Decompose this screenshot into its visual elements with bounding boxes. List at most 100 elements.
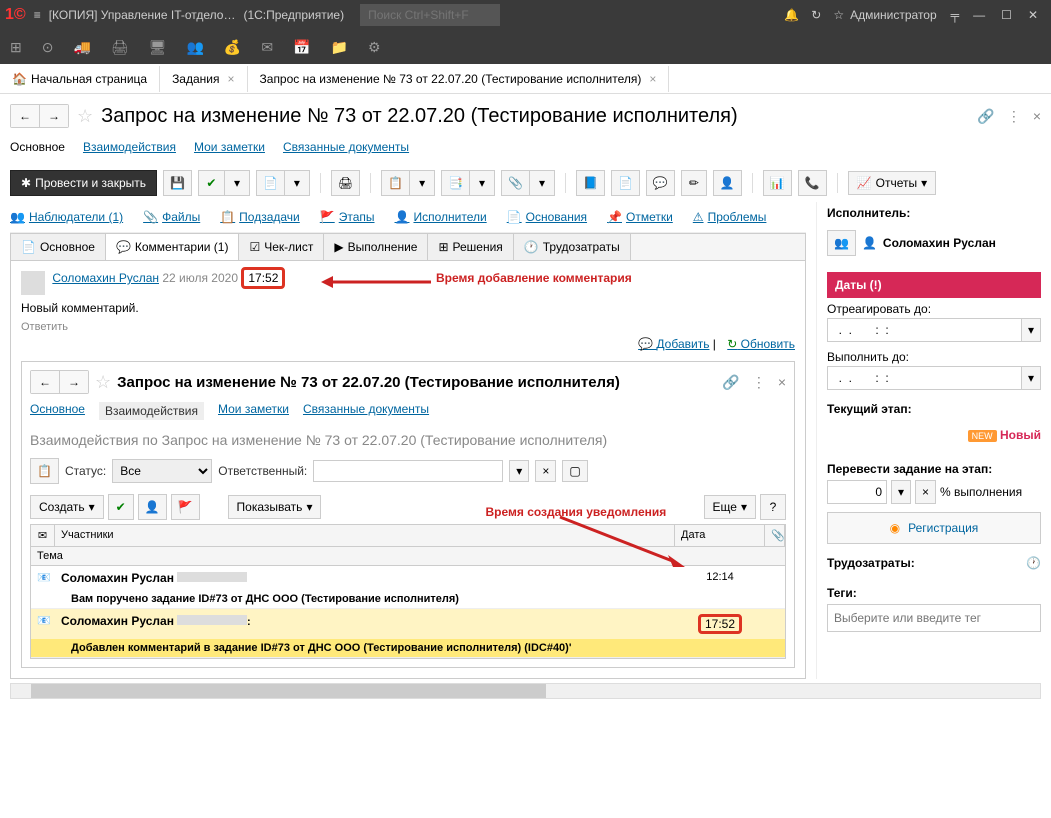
doc-button[interactable]: 📄 [256,170,284,196]
btn-phone[interactable]: 📞 [798,170,827,196]
comment-author[interactable]: Соломахин Руслан [52,271,159,285]
reply-link[interactable]: Ответить [21,321,795,333]
link-icon[interactable]: 🔗 [977,108,994,125]
tb-icon-4[interactable]: 🖨 [111,39,129,56]
inner-more-icon[interactable]: ⋮ [752,374,766,391]
subtab-notes[interactable]: Мои заметки [194,140,265,154]
more-button[interactable]: Еще ▾ [704,495,756,519]
link-problems[interactable]: ⚠Проблемы [693,210,767,224]
resp-dd[interactable]: ▾ [509,460,529,482]
link-marks[interactable]: 📌Отметки [607,210,673,224]
link-watchers[interactable]: 👥Наблюдатели (1) [10,210,123,224]
tags-input[interactable] [827,604,1041,632]
inner-nav-back[interactable]: ← [31,371,60,393]
inner-link-icon[interactable]: 🔗 [722,374,739,391]
close-icon[interactable]: ✕ [1028,8,1038,22]
tb-icon-10[interactable]: 📁 [331,39,348,56]
more-icon[interactable]: ⋮ [1007,108,1021,125]
table-row[interactable]: 📧 Соломахин Руслан : 17:52 Добавлен комм… [31,609,785,658]
tb-icon-9[interactable]: 📅 [293,39,310,56]
user-label[interactable]: Администратор [850,8,937,22]
link-subtasks[interactable]: 📋Подзадачи [220,210,300,224]
ptab-solutions[interactable]: ⊞ Решения [428,234,513,260]
favorite-star-icon[interactable]: ☆ [77,106,93,127]
btn-4[interactable]: 📘 [576,170,605,196]
tb-icon-11[interactable]: ⚙ [368,39,381,56]
resp-clear[interactable]: × [535,460,556,482]
subtab-related[interactable]: Связанные документы [283,140,409,154]
tab-home[interactable]: 🏠 Начальная страница [0,66,160,92]
btn-1[interactable]: 📋 [381,170,409,196]
tb-icon-1[interactable]: ⊞ [10,39,22,56]
tb-icon-6[interactable]: 👥 [186,39,203,56]
ptab-exec[interactable]: ▶ Выполнение [324,234,428,260]
table-row[interactable]: 📧 Соломахин Руслан 12:14 Вам поручено за… [31,566,785,609]
percent-input[interactable] [827,480,887,504]
link-files[interactable]: 📎Файлы [143,210,200,224]
star-icon[interactable]: ☆ [833,8,844,22]
complete-input[interactable] [827,366,1022,390]
th-icon[interactable]: ✉ [31,525,55,546]
maximize-icon[interactable]: ☐ [1001,8,1012,22]
ptab-labor[interactable]: 🕐 Трудозатраты [514,234,631,260]
approve-dropdown[interactable]: ▾ [224,170,250,196]
inner-subtab-inter[interactable]: Взаимодействия [99,402,204,420]
close-page-icon[interactable]: × [1033,108,1041,124]
btn-7[interactable]: ✏ [681,170,707,196]
tb-icon-5[interactable]: 🖥 [149,39,167,56]
th-attach[interactable]: 📎 [765,525,785,546]
btn-8[interactable]: 👤 [713,170,742,196]
resp-open[interactable]: ▢ [562,460,587,482]
btn-9[interactable]: 📊 [763,170,792,196]
tb-icon-7[interactable]: 💰 [224,39,241,56]
show-button[interactable]: Показывать ▾ [228,495,322,519]
tab-request[interactable]: Запрос на изменение № 73 от 22.07.20 (Те… [248,66,670,92]
add-comment-link[interactable]: 💬 Добавить [638,337,709,351]
subtab-interactions[interactable]: Взаимодействия [83,140,176,154]
react-dd[interactable]: ▾ [1022,318,1041,342]
clock-icon[interactable]: 🕐 [1026,556,1041,570]
registration-button[interactable]: ◉Регистрация [827,512,1041,544]
horizontal-scrollbar[interactable] [10,683,1041,699]
tb-icon-8[interactable]: ✉ [261,39,273,56]
tb-user[interactable]: 👤 [138,494,167,520]
btn-5[interactable]: 📄 [611,170,640,196]
tb-icon-3[interactable]: 🚚 [73,39,90,56]
bell-icon[interactable]: 🔔 [784,8,799,22]
save-button[interactable]: 💾 [163,170,192,196]
nav-forward-button[interactable]: → [40,105,68,127]
complete-dd[interactable]: ▾ [1022,366,1041,390]
search-input[interactable] [360,4,500,26]
status-select[interactable]: Все [112,459,212,483]
minimize-icon[interactable]: — [973,8,985,22]
react-input[interactable] [827,318,1022,342]
subtab-main[interactable]: Основное [10,140,65,154]
approve-button[interactable]: ✔ [198,170,224,196]
resp-input[interactable] [313,460,503,482]
btn-3-dd[interactable]: ▾ [529,170,555,196]
btn-2[interactable]: 📑 [441,170,469,196]
percent-dd[interactable]: ▾ [891,480,911,504]
exec-user-btn[interactable]: 👥 [827,230,856,256]
filter-btn[interactable]: 📋 [30,458,59,484]
tb-approve[interactable]: ✔ [108,494,134,520]
inner-subtab-rel[interactable]: Связанные документы [303,402,429,420]
create-button[interactable]: Создать ▾ [30,495,104,519]
link-stages[interactable]: 🚩Этапы [320,210,375,224]
link-executors[interactable]: 👤Исполнители [395,210,487,224]
tab-tasks[interactable]: Задания× [160,66,247,92]
inner-subtab-notes[interactable]: Мои заметки [218,402,289,420]
reports-button[interactable]: 📈 Отчеты ▾ [848,171,936,195]
post-close-button[interactable]: ✱ Провести и закрыть [10,170,157,196]
inner-nav-fwd[interactable]: → [60,371,88,393]
history-icon[interactable]: ↻ [811,8,821,22]
tab-close-icon[interactable]: × [228,72,235,86]
nav-back-button[interactable]: ← [11,105,40,127]
print-button[interactable]: 🖨 [331,170,360,196]
user-menu-icon[interactable]: ╤ [951,8,960,22]
help-button[interactable]: ? [760,494,786,520]
btn-2-dd[interactable]: ▾ [469,170,495,196]
tab-close-icon[interactable]: × [649,72,656,86]
percent-clear[interactable]: × [915,480,936,504]
inner-close-icon[interactable]: × [778,374,786,390]
